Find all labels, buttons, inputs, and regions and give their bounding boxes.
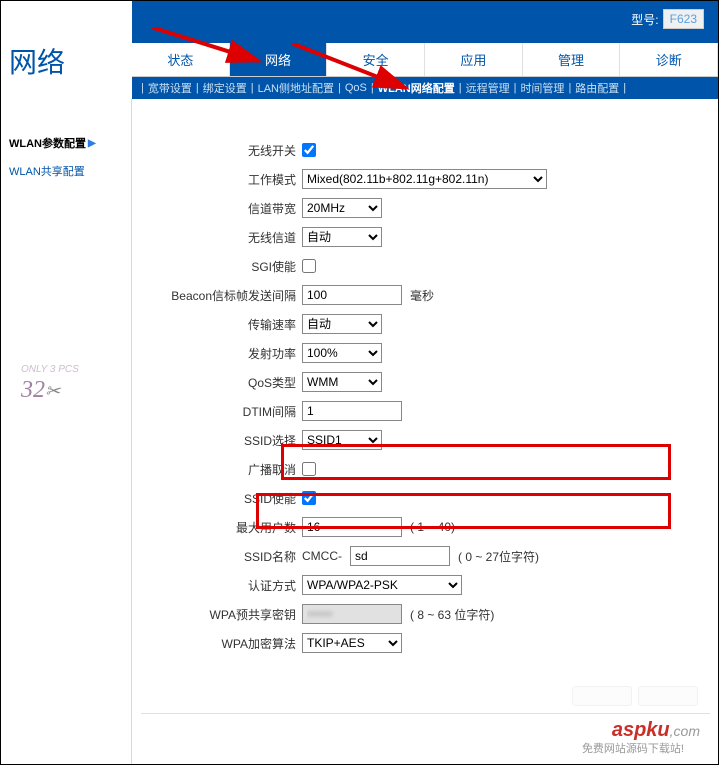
select-wpaalgo[interactable]: TKIP+AES <box>302 633 402 653</box>
input-ssid-name[interactable] <box>350 546 450 566</box>
label-broadcast: 广播取消 <box>152 461 302 478</box>
sidebar-item-label: WLAN共享配置 <box>9 163 85 179</box>
input-wpakey[interactable] <box>302 604 402 624</box>
watermark-logo: aspku,com <box>612 719 700 742</box>
checkbox-ssid-enable[interactable] <box>302 491 316 505</box>
label-work-mode: 工作模式 <box>152 171 302 188</box>
label-beacon: Beacon信标帧发送间隔 <box>152 287 302 304</box>
button-area <box>572 686 698 706</box>
label-bandwidth: 信道带宽 <box>152 200 302 217</box>
label-txrate: 传输速率 <box>152 316 302 333</box>
select-bandwidth[interactable]: 20MHz <box>302 198 382 218</box>
footer-text: 免费网站源码下载站! <box>582 740 684 756</box>
watermark-decoration: ONLY 3 PCS 32✂ <box>21 356 79 404</box>
checkbox-broadcast[interactable] <box>302 462 316 476</box>
ssid-prefix: CMCC- <box>302 549 342 563</box>
hint-ssid-name: ( 0 ~ 27位字符) <box>458 548 539 565</box>
select-channel[interactable]: 自动 <box>302 227 382 247</box>
label-ssid-enable: SSID使能 <box>152 490 302 507</box>
arrow-right-icon: ▶ <box>88 138 96 149</box>
label-channel: 无线信道 <box>152 229 302 246</box>
sidebar-item-wlan-param[interactable]: WLAN参数配置 ▶ <box>7 129 125 157</box>
tab-diagnose[interactable]: 诊断 <box>620 43 718 76</box>
tab-manage[interactable]: 管理 <box>523 43 621 76</box>
subtab-binding[interactable]: 绑定设置 <box>200 80 250 96</box>
unit-beacon: 毫秒 <box>410 287 434 304</box>
input-dtim[interactable] <box>302 401 402 421</box>
label-wifi-switch: 无线开关 <box>152 142 302 159</box>
sidebar: WLAN参数配置 ▶ WLAN共享配置 <box>1 99 132 764</box>
top-bar: 型号: F623 <box>132 1 718 43</box>
tab-app[interactable]: 应用 <box>425 43 523 76</box>
page-title: 网络 <box>9 41 65 81</box>
tab-network[interactable]: 网络 <box>230 43 328 76</box>
label-ssid-select: SSID选择 <box>152 432 302 449</box>
model-value: F623 <box>663 9 704 29</box>
label-auth: 认证方式 <box>152 577 302 594</box>
model-label: 型号: <box>631 11 658 28</box>
subtab-wlan[interactable]: WLAN网络配置 <box>375 80 458 96</box>
main-tabs: 状态 网络 安全 应用 管理 诊断 <box>132 43 718 77</box>
label-maxusers: 最大用户数 <box>152 519 302 536</box>
select-ssid[interactable]: SSID1 <box>302 430 382 450</box>
save-button[interactable] <box>572 686 632 706</box>
sidebar-item-label: WLAN参数配置 <box>9 135 86 151</box>
select-work-mode[interactable]: Mixed(802.11b+802.11g+802.11n) <box>302 169 547 189</box>
label-txpower: 发射功率 <box>152 345 302 362</box>
label-wpaalgo: WPA加密算法 <box>152 635 302 652</box>
select-qos[interactable]: WMM <box>302 372 382 392</box>
checkbox-sgi[interactable] <box>302 259 316 273</box>
subtab-route[interactable]: 路由配置 <box>572 80 622 96</box>
subtab-broadband[interactable]: 宽带设置 <box>145 80 195 96</box>
sub-tabs: | 宽带设置 | 绑定设置 | LAN侧地址配置 | QoS | WLAN网络配… <box>132 77 718 99</box>
subtab-qos[interactable]: QoS <box>342 82 370 94</box>
label-wpakey: WPA预共享密钥 <box>152 606 302 623</box>
input-beacon[interactable] <box>302 285 402 305</box>
select-txpower[interactable]: 100% <box>302 343 382 363</box>
tab-status[interactable]: 状态 <box>132 43 230 76</box>
form-area: 无线开关 工作模式 Mixed(802.11b+802.11g+802.11n)… <box>132 99 718 764</box>
divider <box>141 713 710 714</box>
subtab-remote[interactable]: 远程管理 <box>463 80 513 96</box>
subtab-lan[interactable]: LAN侧地址配置 <box>255 80 337 96</box>
label-qos: QoS类型 <box>152 374 302 391</box>
label-dtim: DTIM间隔 <box>152 403 302 420</box>
cancel-button[interactable] <box>638 686 698 706</box>
label-sgi: SGI使能 <box>152 258 302 275</box>
checkbox-wifi-switch[interactable] <box>302 143 316 157</box>
tab-security[interactable]: 安全 <box>327 43 425 76</box>
label-ssid-name: SSID名称 <box>152 548 302 565</box>
hint-maxusers: ( 1 ~ 40) <box>410 520 455 534</box>
select-txrate[interactable]: 自动 <box>302 314 382 334</box>
hint-wpakey: ( 8 ~ 63 位字符) <box>410 606 494 623</box>
model-info: 型号: F623 <box>631 9 704 29</box>
subtab-time[interactable]: 时间管理 <box>517 80 567 96</box>
input-maxusers[interactable] <box>302 517 402 537</box>
select-auth[interactable]: WPA/WPA2-PSK <box>302 575 462 595</box>
sidebar-item-wlan-share[interactable]: WLAN共享配置 <box>7 157 125 185</box>
